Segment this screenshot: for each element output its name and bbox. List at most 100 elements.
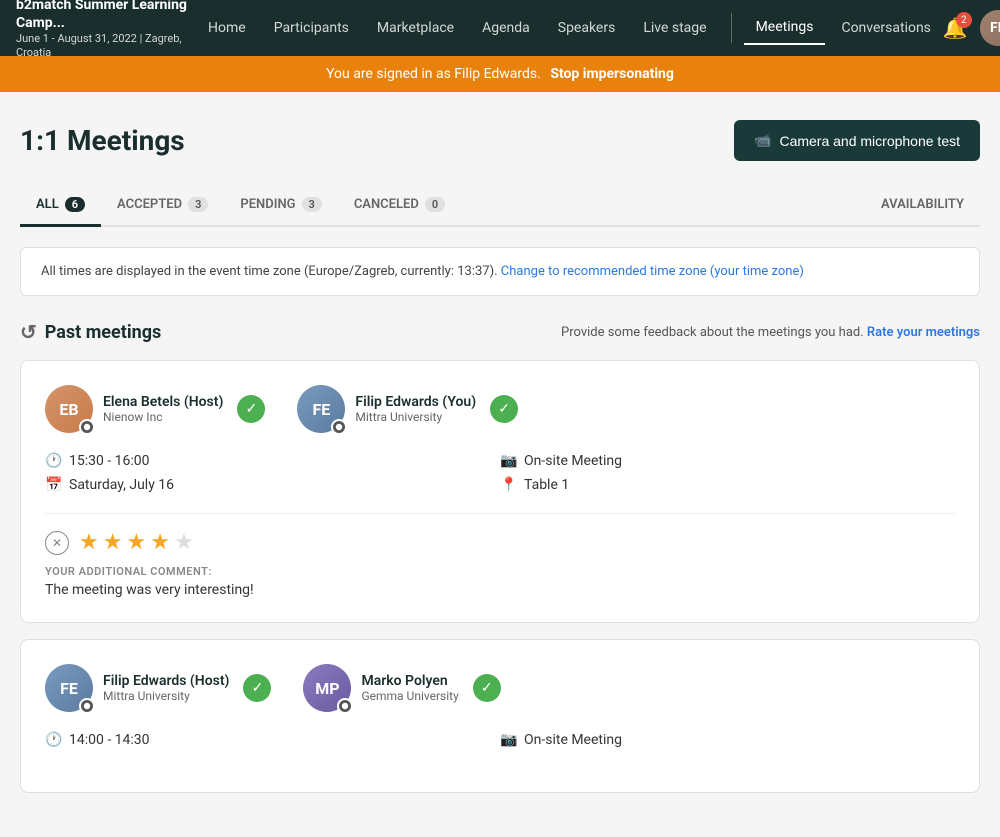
rating-section-1: ✕ ★ ★ ★ ★ ★ YOUR ADDITIONAL COMMENT: The…: [45, 513, 955, 598]
star-4[interactable]: ★: [150, 530, 170, 555]
tab-accepted[interactable]: ACCEPTED 3: [101, 185, 224, 227]
participant-elena: EB Elena Betels (Host) Nienow Inc ✓: [45, 385, 265, 433]
org-icon-elena: [79, 419, 95, 435]
page-header: 1:1 Meetings 📹 Camera and microphone tes…: [20, 120, 980, 161]
nav-participants[interactable]: Participants: [262, 12, 361, 44]
meeting-card-1: EB Elena Betels (Host) Nienow Inc ✓ FE: [20, 360, 980, 623]
avatar-initials-filip-host: FE: [60, 679, 78, 698]
nav-conversations[interactable]: Conversations: [829, 12, 942, 44]
participant-info-filip: Filip Edwards (You) Mittra University: [355, 394, 476, 424]
nav-divider: [731, 13, 732, 43]
avatar-initials-filip: FE: [312, 400, 330, 419]
calendar-icon: 📅: [45, 477, 61, 493]
avatar-elena: EB: [45, 385, 93, 433]
participant-name-filip-host: Filip Edwards (Host): [103, 673, 229, 689]
star-1[interactable]: ★: [79, 530, 99, 555]
star-5[interactable]: ★: [174, 530, 194, 555]
nav-agenda[interactable]: Agenda: [470, 12, 542, 44]
participant-info-elena: Elena Betels (Host) Nienow Inc: [103, 394, 223, 424]
meeting-details-2: 🕐 14:00 - 14:30 📷 On-site Meeting: [45, 732, 955, 748]
tabs-bar: ALL 6 ACCEPTED 3 PENDING 3 CANCELED 0 AV…: [20, 185, 980, 227]
org-icon-marko: [337, 698, 353, 714]
avatar-filip-host: FE: [45, 664, 93, 712]
participant-filip-host: FE Filip Edwards (Host) Mittra Universit…: [45, 664, 271, 712]
avatar-initials-elena: EB: [59, 400, 78, 419]
nav-meetings[interactable]: Meetings: [744, 11, 826, 45]
page-title: 1:1 Meetings: [20, 124, 185, 157]
meeting-type-1: 📷 On-site Meeting: [500, 453, 955, 469]
type-value-1: On-site Meeting: [524, 453, 622, 469]
clock-icon: 🕐: [45, 453, 61, 469]
participant-name-marko: Marko Polyen: [361, 673, 458, 689]
avatar-marko: MP: [303, 664, 351, 712]
tab-all-label: ALL: [36, 197, 59, 212]
clock-icon-2: 🕐: [45, 732, 61, 748]
tab-canceled-label: CANCELED: [354, 197, 419, 212]
stop-impersonating-link[interactable]: Stop impersonating: [550, 66, 674, 82]
event-name: b2match Summer Learning Camp...: [16, 0, 196, 32]
notification-bell[interactable]: 🔔 2: [943, 16, 968, 40]
tab-availability-label: AVAILABILITY: [881, 197, 964, 212]
tab-all-badge: 6: [65, 197, 85, 212]
history-icon: ↺: [20, 320, 37, 344]
tab-pending[interactable]: PENDING 3: [224, 185, 337, 227]
rate-meetings-link[interactable]: Rate your meetings: [867, 325, 980, 340]
tab-accepted-label: ACCEPTED: [117, 197, 182, 212]
location-icon: 📍: [500, 477, 516, 493]
org-icon-filip-host: [79, 698, 95, 714]
tab-accepted-badge: 3: [188, 197, 208, 212]
nav-live-stage[interactable]: Live stage: [631, 12, 718, 44]
participant-org-elena: Nienow Inc: [103, 410, 223, 424]
impersonation-banner: You are signed in as Filip Edwards. Stop…: [0, 56, 1000, 92]
star-2[interactable]: ★: [103, 530, 123, 555]
accepted-check-elena: ✓: [237, 395, 265, 423]
time-value-1: 15:30 - 16:00: [69, 453, 150, 469]
tab-all[interactable]: ALL 6: [20, 185, 101, 227]
past-meetings-title: ↺ Past meetings: [20, 320, 161, 344]
event-date: June 1 - August 31, 2022 | Zagreb, Croat…: [16, 32, 196, 61]
meeting-type-icon: 📷: [500, 453, 516, 469]
meeting-time-2: 🕐 14:00 - 14:30: [45, 732, 500, 748]
comment-label-1: YOUR ADDITIONAL COMMENT:: [45, 565, 955, 578]
past-meetings-header: ↺ Past meetings Provide some feedback ab…: [20, 320, 980, 344]
accepted-check-filip-host: ✓: [243, 674, 271, 702]
rating-close-button[interactable]: ✕: [45, 531, 69, 555]
tab-availability[interactable]: AVAILABILITY: [865, 185, 980, 227]
user-avatar[interactable]: FE: [980, 10, 1000, 46]
notification-badge: 2: [956, 12, 972, 28]
avatar-initials-marko: MP: [315, 679, 339, 698]
type-value-2: On-site Meeting: [524, 732, 622, 748]
camera-test-button[interactable]: 📹 Camera and microphone test: [734, 120, 980, 161]
tab-canceled[interactable]: CANCELED 0: [338, 185, 461, 227]
camera-button-label: Camera and microphone test: [779, 133, 960, 149]
location-value-1: Table 1: [524, 477, 569, 493]
nav-marketplace[interactable]: Marketplace: [365, 12, 466, 44]
meeting-type-2: 📷 On-site Meeting: [500, 732, 955, 748]
timezone-change-link[interactable]: Change to recommended time zone (your ti…: [501, 264, 804, 279]
tab-pending-badge: 3: [302, 197, 322, 212]
nav-home[interactable]: Home: [196, 12, 258, 44]
nav-links: Home Participants Marketplace Agenda Spe…: [196, 11, 943, 45]
participant-info-marko: Marko Polyen Gemma University: [361, 673, 458, 703]
comment-text-1: The meeting was very interesting!: [45, 582, 955, 598]
accepted-check-filip: ✓: [490, 395, 518, 423]
meeting-date-1: 📅 Saturday, July 16: [45, 477, 500, 493]
participant-filip: FE Filip Edwards (You) Mittra University…: [297, 385, 518, 433]
date-value-1: Saturday, July 16: [69, 477, 174, 493]
meeting-participants-2: FE Filip Edwards (Host) Mittra Universit…: [45, 664, 955, 712]
main-content: 1:1 Meetings 📹 Camera and microphone tes…: [0, 92, 1000, 837]
meeting-time-1: 🕐 15:30 - 16:00: [45, 453, 500, 469]
nav-speakers[interactable]: Speakers: [546, 12, 628, 44]
star-3[interactable]: ★: [126, 530, 146, 555]
participant-name-filip: Filip Edwards (You): [355, 394, 476, 410]
rating-row-1: ✕ ★ ★ ★ ★ ★: [45, 530, 955, 555]
impersonation-message: You are signed in as Filip Edwards.: [326, 66, 541, 82]
avatar-image: FE: [980, 10, 1000, 46]
tab-canceled-badge: 0: [425, 197, 445, 212]
navbar: b2match Summer Learning Camp... June 1 -…: [0, 0, 1000, 56]
org-icon-filip: [331, 419, 347, 435]
participant-org-marko: Gemma University: [361, 689, 458, 703]
meeting-details-1: 🕐 15:30 - 16:00 📷 On-site Meeting 📅 Satu…: [45, 453, 955, 493]
tab-pending-label: PENDING: [240, 197, 295, 212]
meeting-card-2: FE Filip Edwards (Host) Mittra Universit…: [20, 639, 980, 793]
